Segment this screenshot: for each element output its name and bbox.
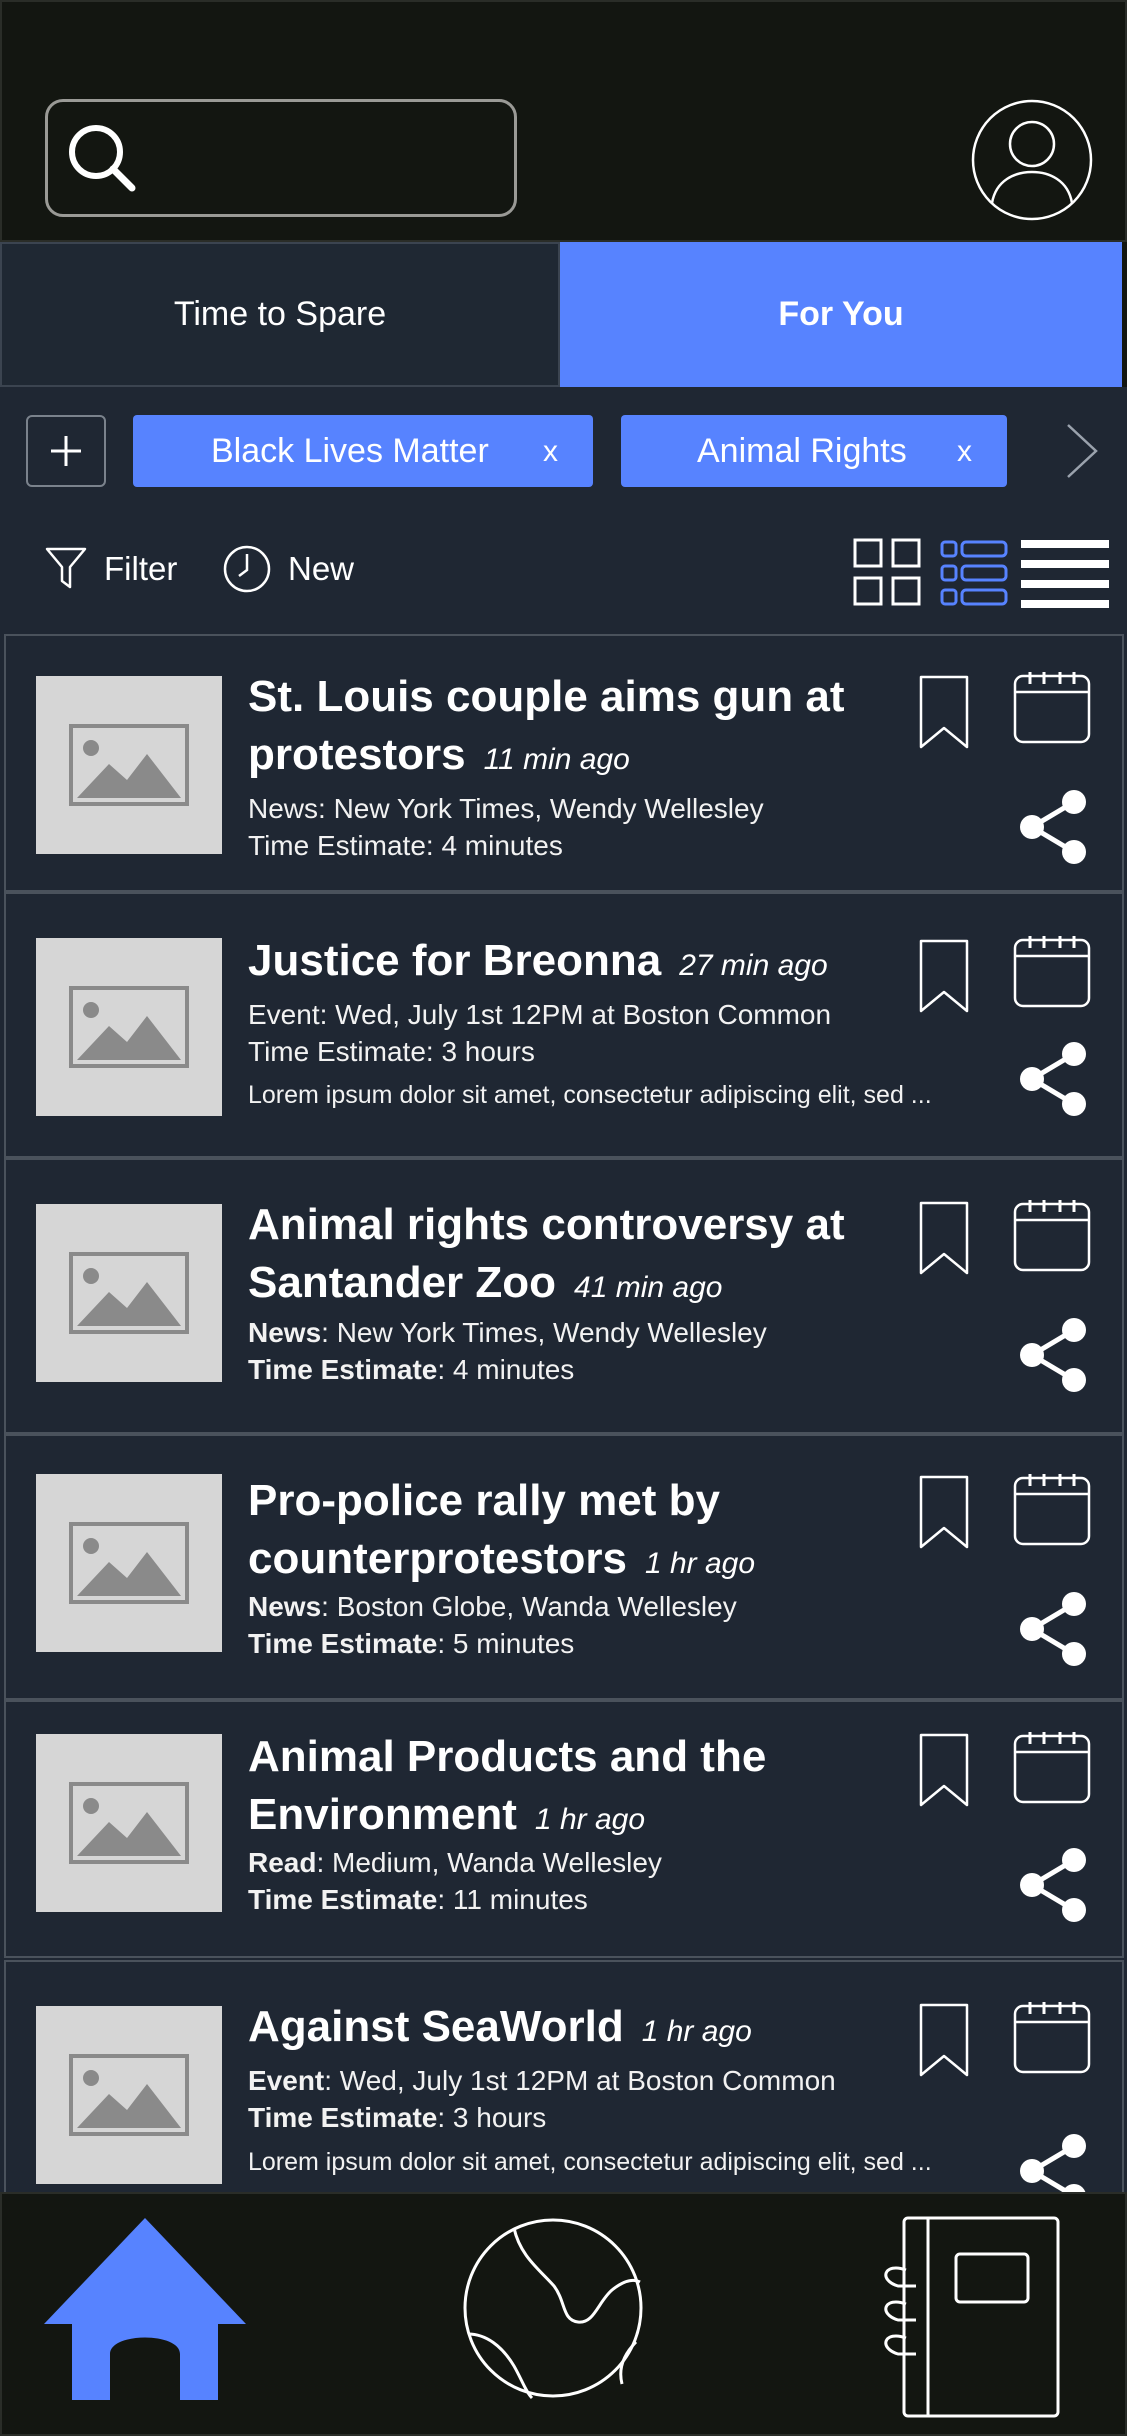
article-title: Animal rights controversy at Santander Z… bbox=[248, 1200, 845, 1307]
share-icon[interactable] bbox=[1018, 1316, 1088, 1394]
article-card[interactable]: Justice for Breonna 27 min ago Event: Wed… bbox=[4, 892, 1124, 1158]
article-source: Read: Medium, Wanda Wellesley bbox=[248, 1847, 662, 1878]
article-source: News: New York Times, Wendy Wellesley bbox=[248, 793, 764, 824]
bookmark-icon[interactable] bbox=[918, 674, 970, 750]
calendar-icon[interactable] bbox=[1012, 934, 1092, 1010]
article-list: St. Louis couple aims gun at protestors 1… bbox=[0, 634, 1127, 2192]
share-icon[interactable] bbox=[1018, 1590, 1088, 1668]
user-profile-icon[interactable] bbox=[970, 98, 1094, 222]
globe-icon[interactable] bbox=[462, 2216, 644, 2400]
image-placeholder-icon bbox=[36, 1474, 222, 1652]
add-topic-button[interactable] bbox=[26, 415, 106, 487]
article-time-estimate: Time Estimate: 5 minutes bbox=[248, 1628, 575, 1659]
share-icon[interactable] bbox=[1018, 1846, 1088, 1924]
article-time: 1 hr ago bbox=[534, 1803, 646, 1836]
article-title: Pro-police rally met by counterprotestor… bbox=[248, 1476, 756, 1583]
article-card[interactable]: Pro-police rally met by counterprotestor… bbox=[4, 1434, 1124, 1700]
article-source: News: Boston Globe, Wanda Wellesley bbox=[248, 1591, 737, 1622]
calendar-icon[interactable] bbox=[1012, 1472, 1092, 1548]
bookmark-icon[interactable] bbox=[918, 1474, 970, 1550]
article-time-estimate: Time Estimate: 3 hours bbox=[248, 1036, 535, 1067]
article-title: Animal Products and the Environment 1 hr … bbox=[248, 1732, 767, 1839]
filter-label: Filter bbox=[104, 550, 178, 587]
home-icon[interactable] bbox=[42, 2216, 248, 2402]
grid-view-icon[interactable] bbox=[853, 538, 923, 608]
image-placeholder-icon bbox=[36, 938, 222, 1116]
article-title: St. Louis couple aims gun at protestors 1… bbox=[248, 672, 845, 779]
article-time-estimate: Time Estimate: 4 minutes bbox=[248, 1354, 575, 1385]
bookmark-icon[interactable] bbox=[918, 2002, 970, 2078]
chevron-right-icon[interactable] bbox=[1062, 421, 1102, 481]
calendar-icon[interactable] bbox=[1012, 670, 1092, 746]
topic-chip[interactable]: Black Lives Matter x bbox=[133, 415, 593, 487]
article-card[interactable]: Against SeaWorld 1 hr ago Event: Wed, Jul… bbox=[4, 1960, 1124, 2192]
topic-chip[interactable]: Animal Rights x bbox=[621, 415, 1007, 487]
chip-remove-button[interactable]: x bbox=[543, 415, 558, 487]
bookmark-icon[interactable] bbox=[918, 938, 970, 1014]
search-icon bbox=[69, 125, 136, 192]
image-placeholder-icon bbox=[36, 1734, 222, 1912]
tab-bar: Time to Spare For You bbox=[0, 242, 1127, 387]
article-source: News: New York Times, Wendy Wellesley bbox=[248, 1317, 767, 1348]
filter-icon bbox=[45, 547, 87, 589]
clock-icon bbox=[223, 545, 271, 593]
top-bar bbox=[0, 0, 1127, 242]
topic-chips: Black Lives Matter x Animal Rights x bbox=[0, 387, 1127, 512]
article-card[interactable]: Animal Products and the Environment 1 hr … bbox=[4, 1700, 1124, 1958]
calendar-icon[interactable] bbox=[1012, 1730, 1092, 1806]
lines-view-icon[interactable] bbox=[1021, 538, 1109, 608]
image-placeholder-icon bbox=[36, 676, 222, 854]
filter-button[interactable]: Filter bbox=[44, 534, 177, 604]
journal-icon[interactable] bbox=[876, 2214, 1062, 2420]
article-time: 27 min ago bbox=[679, 949, 828, 982]
article-time-estimate: Time Estimate: 3 hours bbox=[248, 2102, 547, 2133]
share-icon[interactable] bbox=[1018, 1040, 1088, 1118]
calendar-icon[interactable] bbox=[1012, 2000, 1092, 2076]
share-icon[interactable] bbox=[1018, 788, 1088, 866]
list-view-icon[interactable] bbox=[940, 538, 1008, 608]
article-card[interactable]: Animal rights controversy at Santander Z… bbox=[4, 1158, 1124, 1434]
bookmark-icon[interactable] bbox=[918, 1732, 970, 1808]
article-time: 1 hr ago bbox=[641, 2015, 752, 2048]
feed-content: Black Lives Matter x Animal Rights x Fil… bbox=[0, 387, 1127, 2192]
article-title: Justice for Breonna 27 min ago bbox=[248, 936, 828, 985]
article-time: 11 min ago bbox=[483, 743, 630, 776]
calendar-icon[interactable] bbox=[1012, 1198, 1092, 1274]
article-event: Event: Wed, July 1st 12PM at Boston Comm… bbox=[248, 999, 832, 1030]
new-label: New bbox=[288, 550, 355, 587]
chip-label: Animal Rights bbox=[697, 432, 907, 470]
share-icon[interactable] bbox=[1018, 2132, 1088, 2192]
tab-for-you[interactable]: For You bbox=[560, 242, 1122, 387]
chip-remove-button[interactable]: x bbox=[957, 415, 972, 487]
chip-label: Black Lives Matter bbox=[211, 432, 489, 470]
article-card[interactable]: St. Louis couple aims gun at protestors 1… bbox=[4, 634, 1124, 892]
sort-new-button[interactable]: New bbox=[222, 534, 354, 604]
tab-time-to-spare[interactable]: Time to Spare bbox=[0, 242, 560, 387]
image-placeholder-icon bbox=[36, 1204, 222, 1382]
article-snippet: Lorem ipsum dolor sit amet, consectetur … bbox=[248, 2148, 932, 2176]
article-snippet: Lorem ipsum dolor sit amet, consectetur … bbox=[248, 1081, 932, 1109]
article-time: 41 min ago bbox=[574, 1271, 723, 1304]
search-input[interactable] bbox=[45, 99, 517, 217]
article-time: 1 hr ago bbox=[644, 1547, 756, 1580]
bottom-nav bbox=[0, 2192, 1127, 2436]
article-event: Event: Wed, July 1st 12PM at Boston Comm… bbox=[248, 2065, 836, 2096]
bookmark-icon[interactable] bbox=[918, 1200, 970, 1276]
feed-toolbar: Filter New bbox=[0, 512, 1127, 634]
article-time-estimate: Time Estimate: 11 minutes bbox=[248, 1884, 588, 1915]
image-placeholder-icon bbox=[36, 2006, 222, 2184]
article-title: Against SeaWorld 1 hr ago bbox=[248, 2002, 752, 2051]
article-time-estimate: Time Estimate: 4 minutes bbox=[248, 830, 563, 861]
plus-icon bbox=[51, 436, 81, 466]
